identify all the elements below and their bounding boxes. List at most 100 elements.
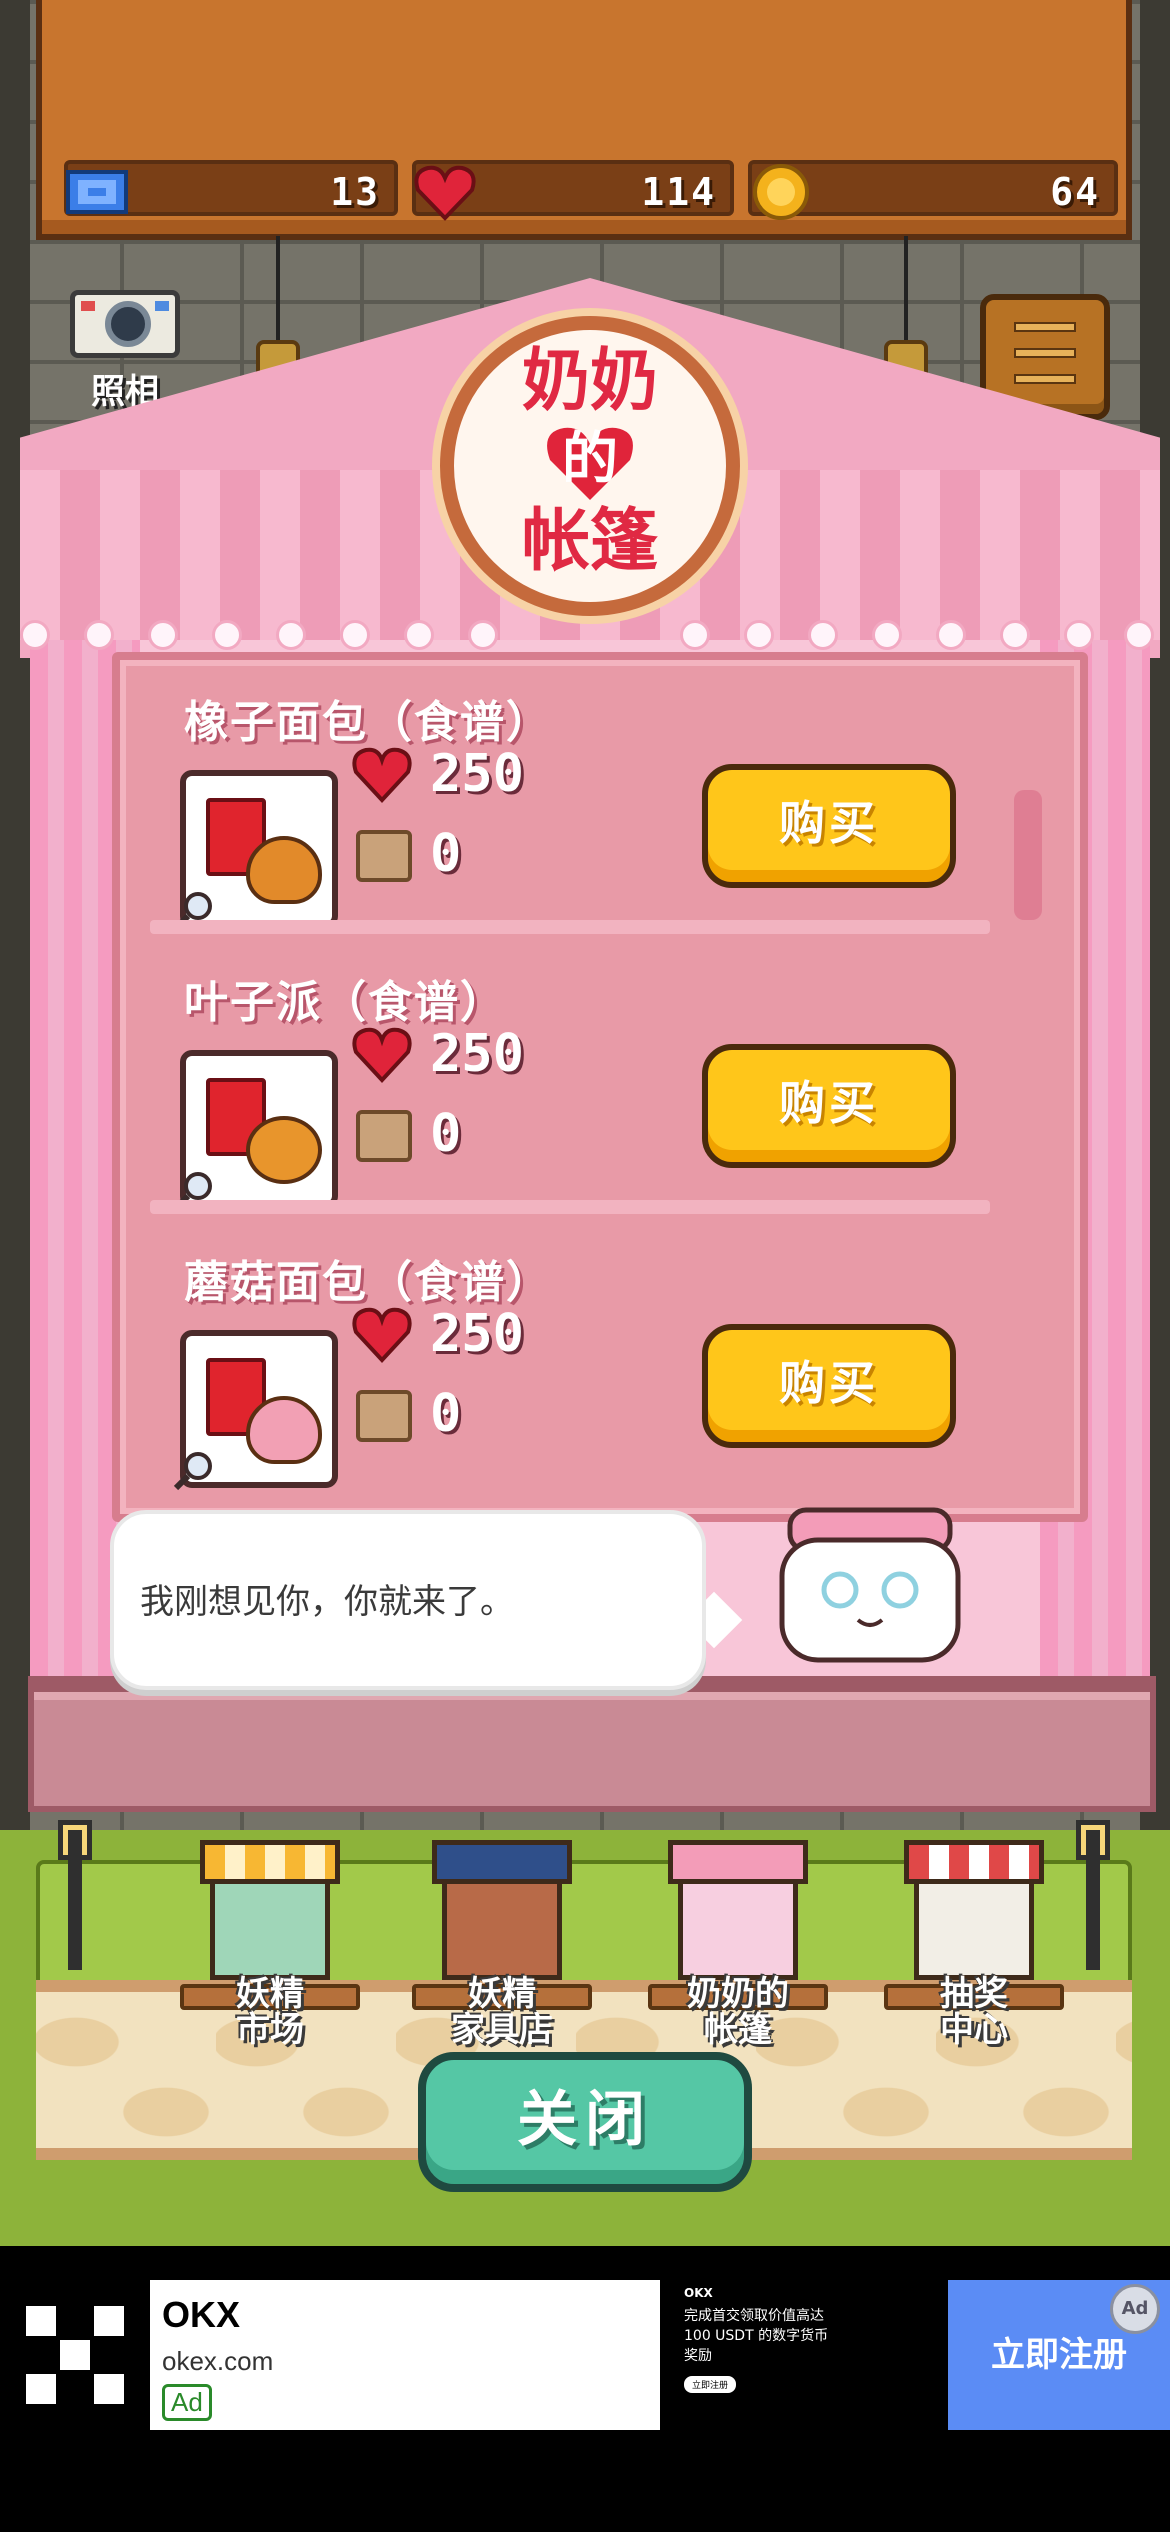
box-icon	[356, 1390, 412, 1442]
building-roof	[432, 1840, 572, 1884]
pearl	[468, 620, 498, 650]
pearl	[744, 620, 774, 650]
sign-text-bottom: 帐篷	[521, 502, 658, 581]
building-label-line: 家具店	[451, 2010, 553, 2050]
lamp-cord	[904, 236, 908, 356]
menu-line	[1014, 348, 1076, 358]
box-price-value: 0	[430, 1104, 462, 1164]
item-divider	[150, 920, 990, 934]
recipe-card[interactable]	[173, 1050, 338, 1211]
granny-character	[779, 1507, 961, 1663]
building-label-fairy-market[interactable]: 妖精 市场	[170, 1976, 370, 2048]
ad-url: okex.com	[162, 2346, 274, 2376]
coin-icon	[753, 164, 809, 220]
heart-price-value: 250	[430, 744, 524, 804]
building-label-furniture-store[interactable]: 妖精 家具店	[402, 1976, 602, 2048]
ad-creative-button[interactable]: 立即注册	[684, 2376, 737, 2393]
pearl	[148, 620, 178, 650]
pearl	[808, 620, 838, 650]
magnifier-icon[interactable]	[172, 1448, 216, 1492]
buy-button[interactable]: 购买	[702, 764, 956, 888]
ad-badge: Ad	[162, 2384, 212, 2421]
heart-price-value: 250	[430, 1304, 524, 1364]
item-divider	[150, 1200, 990, 1214]
building-label-line: 帐篷	[704, 2010, 772, 2050]
building-body	[678, 1870, 798, 1980]
building-body	[210, 1870, 330, 1980]
camera-flash	[155, 301, 169, 311]
building-label-grannys-tent[interactable]: 奶奶的 帐篷	[638, 1976, 838, 2048]
ad-creative[interactable]: OKX 完成首交领取价值高达 100 USDT 的数字货币奖励 立即注册	[684, 2286, 834, 2393]
ticket-icon	[66, 170, 128, 214]
mushroom-bread-icon	[246, 1396, 322, 1464]
pearl	[936, 620, 966, 650]
shop-item-acorn-bread: 橡子面包（食谱） 250 0 购买	[112, 680, 1088, 960]
ad-brand: OKX	[162, 2294, 241, 2335]
item-title: 橡子面包（食谱）	[184, 697, 552, 748]
recipe-card[interactable]	[173, 1330, 338, 1491]
building-label-line: 中心	[940, 2010, 1008, 2050]
heart-count: 114	[641, 170, 716, 214]
pearl	[1000, 620, 1030, 650]
street-lamp-right	[1086, 1830, 1100, 1970]
pearl	[276, 620, 306, 650]
item-title: 蘑菇面包（食谱）	[184, 1257, 552, 1308]
recipe-card[interactable]	[173, 770, 338, 931]
ticket-count: 13	[330, 170, 380, 214]
pearl	[84, 620, 114, 650]
pearl	[1124, 620, 1154, 650]
box-icon	[356, 830, 412, 882]
camera-lens	[105, 301, 151, 347]
shop-counter	[28, 1676, 1156, 1812]
heart-icon	[352, 747, 412, 803]
pearl	[404, 620, 434, 650]
pearl	[20, 620, 50, 650]
item-title: 叶子派（食谱）	[184, 977, 506, 1028]
sign-text-top: 奶奶	[521, 342, 658, 421]
coin-count: 64	[1050, 170, 1100, 214]
building-label-line: 抽奖	[940, 1974, 1008, 2014]
shop-item-leaf-pie: 叶子派（食谱） 250 0 购买	[112, 960, 1088, 1240]
sign-text-middle: 的	[562, 427, 618, 492]
acorn-bread-icon	[246, 836, 322, 904]
ad-banner[interactable]: OKX okex.com Ad OKX 完成首交领取价值高达 100 USDT …	[0, 2246, 1170, 2532]
building-awning	[904, 1840, 1044, 1884]
heart-price-value: 250	[430, 1024, 524, 1084]
street-lamp-left	[68, 1830, 82, 1970]
box-price-value: 0	[430, 824, 462, 884]
building-roof	[668, 1840, 808, 1884]
close-button[interactable]: 关闭	[418, 2052, 752, 2192]
buy-button[interactable]: 购买	[702, 1044, 956, 1168]
menu-line	[1014, 322, 1076, 332]
building-label-line: 奶奶的	[687, 1974, 789, 2014]
heart-icon	[352, 1027, 412, 1083]
heart-icon	[414, 165, 476, 221]
ticket-counter: 13	[64, 160, 398, 216]
pearl	[212, 620, 242, 650]
speech-bubble[interactable]: 我刚想见你，你就来了。	[110, 1510, 706, 1690]
ad-choices-icon[interactable]: Ad	[1110, 2284, 1160, 2334]
camera-icon[interactable]	[70, 290, 180, 358]
box-icon	[356, 1110, 412, 1162]
sign-heart-icon: 的	[540, 420, 640, 504]
buy-button[interactable]: 购买	[702, 1324, 956, 1448]
building-awning	[200, 1840, 340, 1884]
building-body	[442, 1870, 562, 1980]
heart-counter: 114	[412, 160, 734, 221]
dialogue-text: 我刚想见你，你就来了。	[140, 1582, 514, 1622]
ad-creative-brand: OKX	[684, 2286, 713, 2300]
pearl	[1064, 620, 1094, 650]
camera-flash	[81, 301, 95, 311]
wall-shadow-left	[0, 0, 30, 1830]
ad-info-card[interactable]: OKX okex.com Ad	[150, 2280, 660, 2430]
building-label-line: 妖精	[468, 1974, 536, 2014]
menu-line	[1014, 374, 1076, 384]
tent-sign: 奶奶 的 帐篷	[440, 316, 740, 616]
box-price-value: 0	[430, 1384, 462, 1444]
building-body	[914, 1870, 1034, 1980]
building-label-line: 妖精	[236, 1974, 304, 2014]
building-label-lottery-center[interactable]: 抽奖 中心	[874, 1976, 1074, 2048]
pearl	[680, 620, 710, 650]
hud-bar: 13 114 64	[36, 0, 1132, 240]
building-label-line: 市场	[236, 2010, 304, 2050]
